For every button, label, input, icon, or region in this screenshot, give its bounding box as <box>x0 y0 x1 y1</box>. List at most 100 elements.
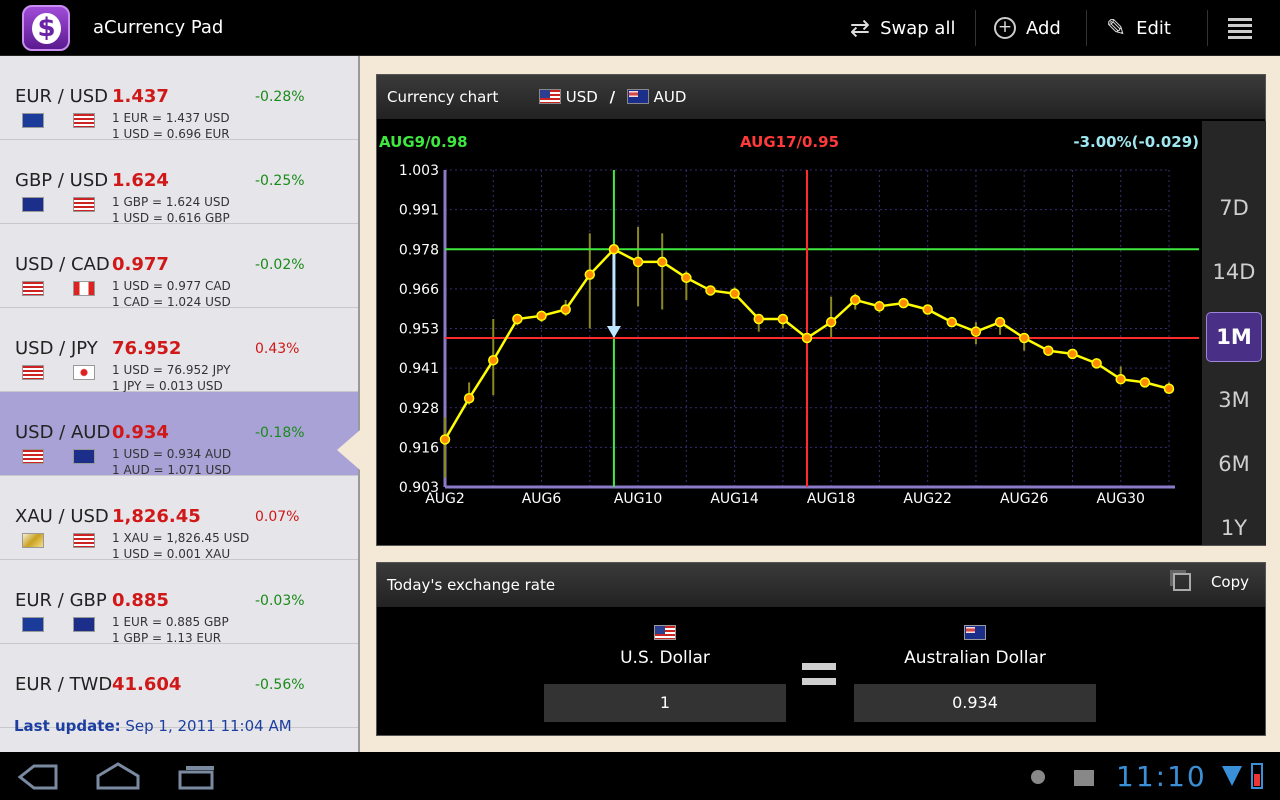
y-tick-label: 0.966 <box>399 282 439 298</box>
from-amount-input[interactable]: 1 <box>544 684 786 722</box>
pair-rate: 41.604 <box>112 674 182 695</box>
data-point <box>825 316 837 328</box>
data-point <box>584 269 596 280</box>
chart-panel-title: Currency chart <box>387 88 499 106</box>
x-tick-label: AUG18 <box>807 491 856 507</box>
edit-button[interactable]: ✎ Edit <box>1106 0 1171 56</box>
conversion-line: 1 USD = 0.696 EUR <box>112 127 230 141</box>
data-point <box>632 256 644 268</box>
data-point <box>1067 348 1078 360</box>
chart-base-currency: USD <box>565 88 598 106</box>
last-update: Last update: Sep 1, 2011 11:04 AM <box>14 717 292 735</box>
add-circle-icon: + <box>994 17 1016 39</box>
jpy-flag-icon <box>73 365 95 380</box>
home-icon[interactable] <box>96 762 140 790</box>
pair-change: -0.25% <box>255 173 305 189</box>
x-tick-label: AUG6 <box>522 491 562 507</box>
last-update-value: Sep 1, 2011 11:04 AM <box>120 717 292 735</box>
eur-flag-icon <box>22 113 44 128</box>
data-point <box>1043 345 1054 356</box>
cad-flag-icon <box>73 281 95 296</box>
currency-pair-row[interactable]: XAU / USD 1,826.45 0.07% 1 XAU = 1,826.45 U… <box>0 476 358 561</box>
y-tick-label: 0.941 <box>399 361 439 377</box>
currency-pair-row[interactable]: EUR / TWD 41.604 -0.56% <box>0 644 358 728</box>
pair-name: GBP / USD <box>15 170 109 191</box>
usd-flag-icon <box>22 449 44 464</box>
conversion-line: 1 EUR = 1.437 USD <box>112 111 230 125</box>
pair-name: EUR / TWD <box>15 674 113 695</box>
pair-rate: 76.952 <box>112 338 182 359</box>
period-6m-button[interactable]: 6M <box>1202 452 1266 476</box>
currency-pair-row[interactable]: USD / JPY 76.952 0.43% 1 USD = 76.952 JPY 1 … <box>0 308 358 393</box>
pair-name: XAU / USD <box>15 506 109 527</box>
exchange-panel-title: Today's exchange rate <box>387 576 556 594</box>
currency-pair-row[interactable]: EUR / USD 1.437 -0.28% 1 EUR = 1.437 USD 1 U… <box>0 56 358 141</box>
battery-icon <box>1251 763 1263 789</box>
pair-change: 0.07% <box>255 509 300 525</box>
y-tick-label: 0.991 <box>399 203 439 219</box>
usd-flag-icon <box>73 197 95 212</box>
currency-pair-row[interactable]: USD / CAD 0.977 -0.02% 1 USD = 0.977 CAD 1 C… <box>0 224 358 309</box>
recent-apps-icon[interactable] <box>178 766 214 790</box>
delta-arrow-head <box>606 326 621 339</box>
currency-pair-row[interactable]: GBP / USD 1.624 -0.25% 1 GBP = 1.624 USD 1 U… <box>0 140 358 225</box>
x-tick-label: AUG22 <box>903 491 952 507</box>
data-point <box>439 434 451 445</box>
pair-change: -0.28% <box>255 89 305 105</box>
conversion-line: 1 USD = 76.952 JPY <box>112 363 231 377</box>
divider <box>1207 10 1208 46</box>
y-tick-label: 0.928 <box>399 401 439 417</box>
x-tick-label: AUG26 <box>1000 491 1049 507</box>
conversion-line: 1 USD = 0.001 XAU <box>112 547 231 561</box>
selection-pointer <box>337 430 360 470</box>
period-3m-button[interactable]: 3M <box>1202 388 1266 412</box>
from-currency-name: U.S. Dollar <box>620 648 710 668</box>
data-point <box>681 272 692 284</box>
to-amount-input[interactable]: 0.934 <box>854 684 1096 722</box>
back-icon[interactable] <box>17 764 58 790</box>
exchange-rate-chart[interactable]: 1.003 0.991 0.978 0.966 0.953 0.941 0.928 0.916… <box>377 120 1203 546</box>
swap-all-button[interactable]: ⇄ Swap all <box>850 0 955 56</box>
conversion-line: 1 CAD = 1.024 USD <box>112 295 231 309</box>
pair-rate: 1,826.45 <box>112 506 201 527</box>
app-title: aCurrency Pad <box>93 17 224 38</box>
usd-flag-icon <box>22 281 44 296</box>
pair-name: USD / AUD <box>15 422 111 443</box>
period-7d-button[interactable]: 7D <box>1202 196 1266 220</box>
pair-name: EUR / GBP <box>15 590 107 611</box>
green-marker-label: AUG9/0.98 <box>379 133 468 151</box>
data-point <box>994 316 1006 328</box>
x-tick-label: AUG10 <box>614 491 663 507</box>
copy-button[interactable]: Copy <box>1172 573 1249 591</box>
period-14d-button[interactable]: 14D <box>1202 260 1266 284</box>
conversion-line: 1 USD = 0.934 AUD <box>112 447 232 461</box>
period-1y-button[interactable]: 1Y <box>1202 516 1266 540</box>
currency-pair-row[interactable]: USD / AUD 0.934 -0.18% 1 USD = 0.934 AUD 1 A… <box>0 392 358 477</box>
xau-flag-icon <box>22 533 44 548</box>
y-tick-label: 0.978 <box>399 242 439 258</box>
period-1m-button[interactable]: 1M <box>1206 312 1262 362</box>
conversion-line: 1 GBP = 1.624 USD <box>112 195 230 209</box>
conversion-line: 1 EUR = 0.885 GBP <box>112 615 229 629</box>
red-marker-label: AUG17/0.95 <box>740 133 839 151</box>
exchange-rate-panel: Today's exchange rate Copy <box>376 562 1266 736</box>
debug-icon <box>1031 770 1045 784</box>
add-button[interactable]: + Add <box>994 0 1061 56</box>
pair-change: -0.56% <box>255 677 305 693</box>
conversion-line: 1 XAU = 1,826.45 USD <box>112 531 250 545</box>
conversion-line: 1 JPY = 0.013 USD <box>112 379 223 393</box>
currency-pair-row[interactable]: EUR / GBP 0.885 -0.03% 1 EUR = 0.885 GBP 1 G… <box>0 560 358 645</box>
wifi-icon <box>1222 766 1242 786</box>
usd-flag-icon <box>73 533 95 548</box>
equals-icon <box>802 663 836 687</box>
clock: 11:10 <box>1116 760 1207 793</box>
currency-chart-panel: Currency chart USD / AUD 1.003 0.991 0.978… <box>376 74 1266 546</box>
pencil-icon: ✎ <box>1106 14 1127 42</box>
overflow-menu-button[interactable] <box>1228 0 1252 56</box>
data-point <box>512 313 523 325</box>
data-point <box>729 288 740 299</box>
chart-pair-separator: / <box>609 88 616 106</box>
app-logo-icon[interactable]: $ <box>22 5 70 51</box>
pair-rate: 0.977 <box>112 254 169 275</box>
system-bar <box>0 752 1280 800</box>
